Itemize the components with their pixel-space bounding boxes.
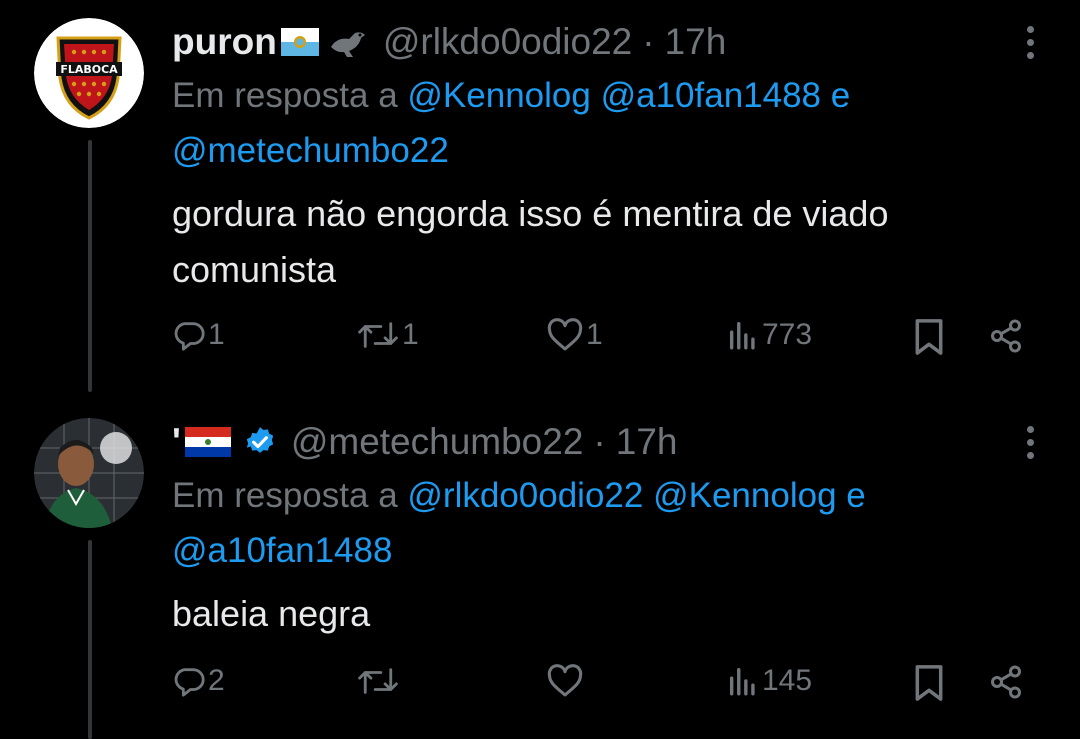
retweet-icon — [358, 668, 398, 694]
mention-link[interactable]: @Kennolog — [653, 476, 836, 515]
bookmark-icon — [915, 665, 943, 701]
share-icon — [991, 665, 1021, 699]
share-button[interactable] — [988, 318, 1024, 354]
flaboca-crest-avatar: FLABOCA — [34, 18, 144, 128]
reply-icon — [174, 322, 205, 351]
action-bar: 1 1 1 773 — [0, 318, 1080, 368]
analytics-icon — [729, 667, 755, 696]
reply-count: 2 — [208, 664, 225, 697]
timestamp[interactable]: 17h — [616, 421, 678, 463]
share-button[interactable] — [988, 664, 1024, 700]
mention-link[interactable]: @metechumbo22 — [172, 131, 449, 170]
reply-prefix: Em resposta a — [172, 76, 398, 115]
tweet[interactable]: ' @metechumbo22 · 17h Em resposta a @rlk… — [0, 400, 1080, 739]
views-button[interactable]: 145 — [726, 664, 812, 698]
reply-context: Em resposta a @rlkdo0odio22 @Kennolog e … — [172, 468, 1032, 578]
heart-icon — [547, 318, 583, 351]
like-count: 1 — [586, 318, 603, 351]
retweet-button[interactable] — [356, 664, 402, 698]
flag-paraguay-icon — [184, 427, 231, 457]
mention-link[interactable]: @Kennolog — [407, 76, 590, 115]
timestamp[interactable]: 17h — [665, 21, 727, 63]
tweet[interactable]: FLABOCA puron @rlkdo0odio22 · 17h Em res… — [0, 0, 1080, 400]
tweet-header: puron @rlkdo0odio22 · 17h — [172, 20, 726, 64]
like-button[interactable] — [546, 664, 586, 698]
reply-icon — [174, 668, 205, 697]
player-photo-avatar — [34, 418, 144, 528]
handle[interactable]: @rlkdo0odio22 — [383, 21, 632, 63]
handle[interactable]: @metechumbo22 — [291, 421, 584, 463]
display-name[interactable]: ' — [172, 421, 181, 463]
verified-badge-icon[interactable] — [243, 425, 277, 459]
retweet-icon — [358, 322, 398, 348]
avatar[interactable] — [34, 418, 144, 528]
reply-joiner: e — [846, 476, 866, 515]
svg-text:FLABOCA: FLABOCA — [60, 63, 118, 76]
reply-context: Em resposta a @Kennolog @a10fan1488 e @m… — [172, 68, 1032, 178]
bird-icon — [327, 25, 369, 59]
reply-prefix: Em resposta a — [172, 476, 398, 515]
separator-dot: · — [593, 421, 606, 462]
like-button[interactable]: 1 — [546, 318, 603, 352]
retweet-count: 1 — [402, 318, 419, 351]
action-bar: 2 145 — [0, 664, 1080, 714]
mention-link[interactable]: @a10fan1488 — [172, 531, 392, 570]
tweet-text-line: comunista — [172, 249, 337, 290]
reply-count: 1 — [208, 318, 225, 351]
tweet-header: ' @metechumbo22 · 17h — [172, 420, 677, 464]
retweet-button[interactable]: 1 — [356, 318, 419, 352]
bookmark-icon — [915, 319, 943, 355]
share-icon — [991, 319, 1021, 353]
bookmark-button[interactable] — [912, 664, 946, 702]
avatar[interactable]: FLABOCA — [34, 18, 144, 128]
bookmark-button[interactable] — [912, 318, 946, 356]
display-name[interactable]: puron — [172, 21, 277, 63]
separator-dot: · — [642, 21, 655, 62]
tweet-text-line: baleia negra — [172, 593, 371, 634]
flag-san-marino-icon — [280, 28, 319, 56]
mention-link[interactable]: @a10fan1488 — [601, 76, 821, 115]
views-button[interactable]: 773 — [726, 318, 812, 352]
tweet-text-line: gordura não engorda isso é mentira de vi… — [172, 193, 889, 234]
heart-icon — [547, 664, 583, 697]
reply-button[interactable]: 2 — [172, 664, 225, 698]
views-count: 145 — [762, 664, 813, 697]
reply-joiner: e — [830, 76, 851, 115]
more-options-icon[interactable] — [1024, 426, 1036, 459]
mention-link[interactable]: @rlkdo0odio22 — [407, 476, 643, 515]
reply-button[interactable]: 1 — [172, 318, 225, 352]
more-options-icon[interactable] — [1024, 26, 1036, 59]
analytics-icon — [729, 321, 755, 350]
views-count: 773 — [762, 318, 813, 351]
tweet-text: gordura não engorda isso é mentira de vi… — [172, 186, 1032, 298]
tweet-text: baleia negra — [172, 586, 1032, 642]
